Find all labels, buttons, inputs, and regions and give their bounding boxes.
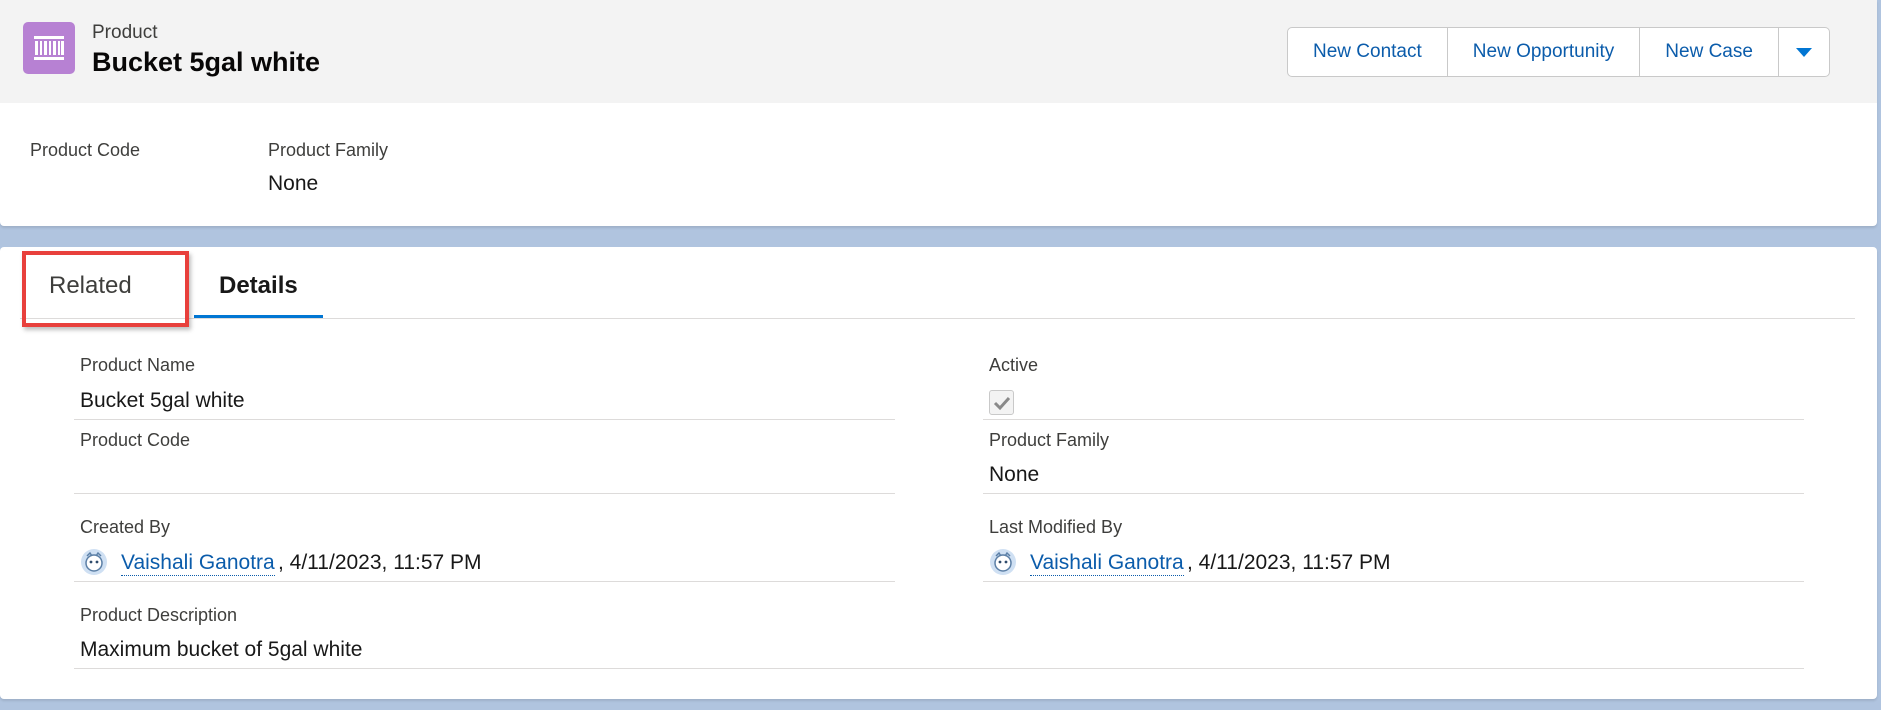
field-divider (983, 419, 1804, 420)
product-name-value: Bucket 5gal white (80, 389, 245, 412)
highlight-product-family-value: None (268, 172, 319, 195)
last-modified-by-label: Last Modified By (989, 517, 1123, 537)
user-avatar-icon (81, 549, 107, 575)
last-modified-by-user-link[interactable]: Vaishali Ganotra (1030, 551, 1184, 576)
product-family-label: Product Family (989, 430, 1110, 450)
product-code-label: Product Code (80, 430, 191, 450)
new-case-button[interactable]: New Case (1640, 28, 1779, 76)
field-divider (74, 493, 895, 494)
product-description-value: Maximum bucket of 5gal white (80, 638, 363, 661)
check-icon (993, 396, 1011, 411)
header-top: Product Bucket 5gal white New Contact Ne… (0, 0, 1877, 103)
product-icon (23, 22, 75, 74)
field-divider (983, 581, 1804, 582)
record-header: Product Bucket 5gal white New Contact Ne… (0, 0, 1877, 226)
created-by-date: , 4/11/2023, 11:57 PM (278, 551, 482, 574)
highlight-product-family-label: Product Family (268, 140, 389, 160)
annotation-highlight-box (22, 251, 189, 327)
field-divider (74, 668, 1804, 669)
active-label: Active (989, 355, 1039, 375)
last-modified-by-date: , 4/11/2023, 11:57 PM (1187, 551, 1391, 574)
user-avatar-icon (990, 549, 1016, 575)
more-actions-button[interactable] (1779, 28, 1829, 76)
new-opportunity-button[interactable]: New Opportunity (1448, 28, 1641, 76)
record-title: Bucket 5gal white (92, 47, 321, 77)
product-family-value: None (989, 463, 1040, 486)
field-divider (74, 581, 895, 582)
product-description-label: Product Description (80, 605, 238, 625)
field-divider (74, 419, 895, 420)
chevron-down-icon (1795, 48, 1812, 57)
highlight-product-code-label: Product Code (30, 140, 141, 160)
new-contact-button[interactable]: New Contact (1288, 28, 1448, 76)
object-type-label: Product (92, 22, 158, 43)
product-name-label: Product Name (80, 355, 196, 375)
action-button-group: New Contact New Opportunity New Case (1287, 27, 1830, 77)
tab-bar-divider (20, 318, 1855, 319)
field-divider (983, 493, 1804, 494)
created-by-label: Created By (80, 517, 171, 537)
active-checkbox (989, 390, 1014, 415)
tab-details[interactable]: Details (219, 272, 298, 300)
created-by-user-link[interactable]: Vaishali Ganotra (121, 551, 275, 576)
